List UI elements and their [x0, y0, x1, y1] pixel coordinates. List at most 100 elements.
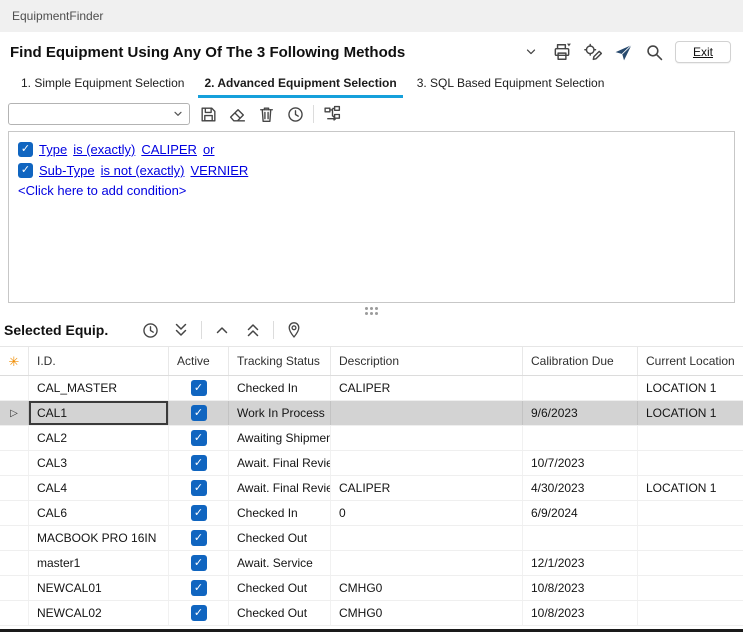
chevron-double-down-icon[interactable] [170, 319, 192, 341]
cell-calibration-due[interactable] [522, 526, 637, 550]
condition-conjunction[interactable]: or [203, 142, 215, 157]
row-selector[interactable]: ▷ [0, 401, 28, 425]
cell-calibration-due[interactable]: 12/1/2023 [522, 551, 637, 575]
cell-id[interactable]: CAL6 [28, 501, 168, 525]
cell-tracking-status[interactable]: Checked Out [228, 526, 330, 550]
table-row[interactable]: CAL6 Checked In06/9/2024 [0, 501, 743, 526]
condition-value[interactable]: CALIPER [141, 142, 197, 157]
active-checkbox[interactable] [191, 430, 207, 446]
cell-calibration-due[interactable]: 10/8/2023 [522, 601, 637, 625]
cell-id[interactable]: master1 [28, 551, 168, 575]
column-header-id[interactable]: I.D. [28, 347, 168, 375]
cell-calibration-due[interactable]: 9/6/2023 [522, 401, 637, 425]
saved-condition-combobox[interactable] [8, 103, 190, 125]
row-selector[interactable] [0, 551, 28, 575]
cell-current-location[interactable]: LOCATION 1 [637, 376, 743, 400]
active-checkbox[interactable] [191, 505, 207, 521]
location-pin-icon[interactable] [283, 319, 305, 341]
options-chevron-down-icon[interactable] [520, 41, 542, 63]
cell-active[interactable] [168, 526, 228, 550]
row-selector[interactable] [0, 501, 28, 525]
cell-description[interactable] [330, 401, 522, 425]
cell-tracking-status[interactable]: Await. Final Reviev [228, 476, 330, 500]
cell-calibration-due[interactable]: 6/9/2024 [522, 501, 637, 525]
cell-active[interactable] [168, 601, 228, 625]
column-header-active[interactable]: Active [168, 347, 228, 375]
cell-id[interactable]: CAL1 [28, 401, 168, 425]
grid-options-icon[interactable]: ✳ [0, 347, 28, 375]
cell-current-location[interactable] [637, 501, 743, 525]
tab-sql-selection[interactable]: 3. SQL Based Equipment Selection [408, 70, 614, 98]
chevron-up-icon[interactable] [211, 319, 233, 341]
cell-active[interactable] [168, 476, 228, 500]
cell-tracking-status[interactable]: Checked In [228, 501, 330, 525]
equip-history-icon[interactable] [139, 319, 161, 341]
cell-id[interactable]: NEWCAL01 [28, 576, 168, 600]
table-row[interactable]: NEWCAL01Checked OutCMHG010/8/2023 [0, 576, 743, 601]
condition-field[interactable]: Type [39, 142, 67, 157]
row-selector[interactable] [0, 576, 28, 600]
cell-current-location[interactable] [637, 601, 743, 625]
cell-id[interactable]: CAL4 [28, 476, 168, 500]
cell-description[interactable] [330, 426, 522, 450]
cell-calibration-due[interactable]: 4/30/2023 [522, 476, 637, 500]
tree-view-icon[interactable] [321, 103, 343, 125]
cell-tracking-status[interactable]: Work In Process [228, 401, 330, 425]
cell-tracking-status[interactable]: Checked Out [228, 601, 330, 625]
column-header-tracking-status[interactable]: Tracking Status [228, 347, 330, 375]
active-checkbox[interactable] [191, 555, 207, 571]
cell-current-location[interactable] [637, 551, 743, 575]
print-settings-icon[interactable] [582, 41, 604, 63]
cell-description[interactable]: 0 [330, 501, 522, 525]
exit-button[interactable]: Exit [675, 41, 731, 63]
tab-simple-selection[interactable]: 1. Simple Equipment Selection [12, 70, 193, 98]
condition-operator[interactable]: is (exactly) [73, 142, 135, 157]
active-checkbox[interactable] [191, 605, 207, 621]
active-checkbox[interactable] [191, 380, 207, 396]
cell-active[interactable] [168, 576, 228, 600]
table-row[interactable]: master1 Await. Service 12/1/2023 [0, 551, 743, 576]
cell-calibration-due[interactable]: 10/7/2023 [522, 451, 637, 475]
splitter-handle[interactable] [0, 303, 743, 318]
add-condition-link[interactable]: <Click here to add condition> [18, 183, 725, 198]
row-selector[interactable] [0, 601, 28, 625]
search-icon[interactable] [644, 41, 666, 63]
row-selector[interactable] [0, 426, 28, 450]
active-checkbox[interactable] [191, 405, 207, 421]
table-row[interactable]: ▷CAL1Work In Process9/6/2023LOCATION 1 [0, 401, 743, 426]
cell-current-location[interactable] [637, 426, 743, 450]
table-row[interactable]: NEWCAL02Checked OutCMHG010/8/2023 [0, 601, 743, 626]
cell-current-location[interactable]: LOCATION 1 [637, 476, 743, 500]
cell-description[interactable] [330, 551, 522, 575]
row-selector[interactable] [0, 526, 28, 550]
active-checkbox[interactable] [191, 580, 207, 596]
cell-description[interactable] [330, 526, 522, 550]
condition-value[interactable]: VERNIER [190, 163, 248, 178]
cell-active[interactable] [168, 451, 228, 475]
condition-field[interactable]: Sub-Type [39, 163, 95, 178]
cell-current-location[interactable] [637, 526, 743, 550]
cell-description[interactable]: CALIPER [330, 476, 522, 500]
cell-calibration-due[interactable] [522, 376, 637, 400]
column-header-calibration-due[interactable]: Calibration Due [522, 347, 637, 375]
send-icon[interactable] [613, 41, 635, 63]
table-row[interactable]: CAL4 Await. Final RevievCALIPER4/30/2023L… [0, 476, 743, 501]
active-checkbox[interactable] [191, 530, 207, 546]
column-header-current-location[interactable]: Current Location [637, 347, 743, 375]
cell-calibration-due[interactable] [522, 426, 637, 450]
cell-current-location[interactable] [637, 451, 743, 475]
cell-description[interactable]: CMHG0 [330, 601, 522, 625]
table-row[interactable]: MACBOOK PRO 16INChecked Out [0, 526, 743, 551]
save-icon[interactable] [197, 103, 219, 125]
cell-calibration-due[interactable]: 10/8/2023 [522, 576, 637, 600]
cell-tracking-status[interactable]: Await. Service [228, 551, 330, 575]
cell-tracking-status[interactable]: Awaiting Shipmen [228, 426, 330, 450]
condition-operator[interactable]: is not (exactly) [101, 163, 185, 178]
table-row[interactable]: CAL3Await. Final Reviev10/7/2023 [0, 451, 743, 476]
row-selector[interactable] [0, 476, 28, 500]
eraser-icon[interactable] [226, 103, 248, 125]
cell-description[interactable] [330, 451, 522, 475]
active-checkbox[interactable] [191, 455, 207, 471]
cell-current-location[interactable] [637, 576, 743, 600]
cell-description[interactable]: CALIPER [330, 376, 522, 400]
